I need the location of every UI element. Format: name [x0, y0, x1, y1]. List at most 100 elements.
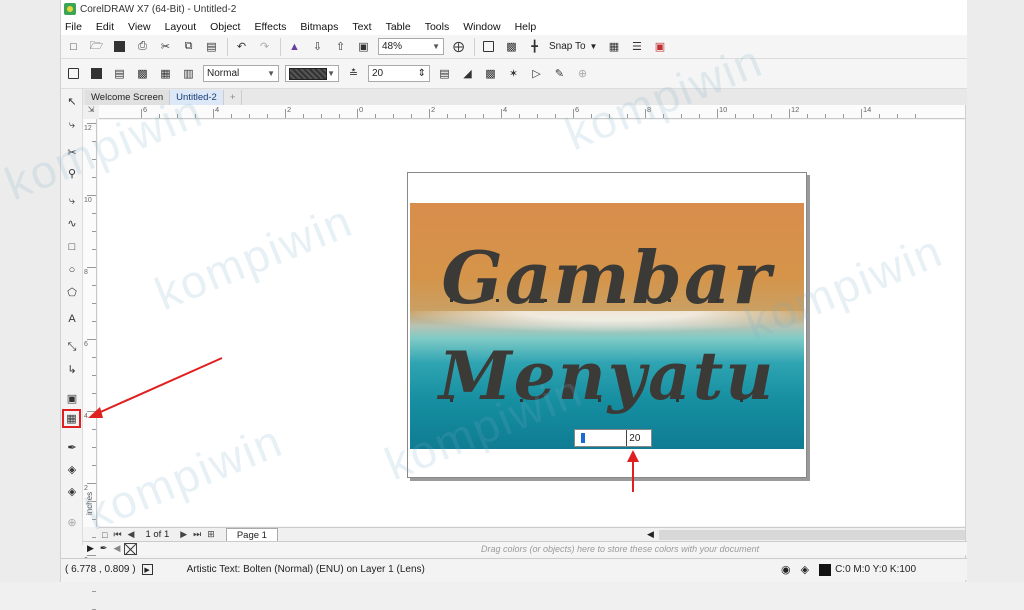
bitmap-icon[interactable] [65, 65, 82, 82]
export-icon[interactable]: ⇧ [332, 38, 349, 55]
scroll-left-icon[interactable]: ◀ [113, 543, 120, 554]
add-page-icon[interactable]: ⊞ [207, 529, 215, 540]
slider-handle[interactable] [581, 433, 585, 443]
freeze-icon[interactable]: ◢ [459, 65, 476, 82]
node-handle[interactable] [450, 399, 453, 402]
connector-tool-icon[interactable]: ↳ [64, 361, 80, 377]
menu-file[interactable]: File [65, 21, 82, 33]
no-color-swatch[interactable] [124, 542, 138, 555]
node-handle[interactable] [496, 299, 499, 302]
add-tool-icon[interactable]: ⊕ [64, 514, 80, 530]
horizontal-scrollbar[interactable] [659, 530, 965, 540]
document-page[interactable]: Gambar Menyatu 20 [407, 172, 807, 478]
blend-mode-select[interactable]: Normal ▼ [203, 65, 279, 82]
prev-page-icon[interactable]: ◀ [128, 529, 135, 540]
publish-pdf-icon[interactable]: ▣ [355, 38, 372, 55]
paste-icon[interactable]: ▤ [203, 38, 220, 55]
interactive-fill-icon[interactable]: ◈ [64, 461, 80, 477]
scroll-left-icon[interactable]: ◀ [647, 529, 654, 540]
search-content-icon[interactable]: ▲ [286, 38, 303, 55]
artistic-media-icon[interactable]: ∿ [64, 215, 80, 231]
lens-color-add-icon[interactable]: ▩ [134, 65, 151, 82]
node-handle[interactable] [622, 299, 625, 302]
full-screen-icon[interactable]: ⨁ [450, 38, 467, 55]
lens-transparency-icon[interactable]: ▥ [180, 65, 197, 82]
ruler-origin[interactable]: ⇲ [83, 105, 99, 119]
edit-lens-icon[interactable]: ✎ [551, 65, 568, 82]
new-tab-icon[interactable]: + [224, 90, 243, 105]
menu-help[interactable]: Help [515, 21, 537, 33]
eyedropper-icon[interactable]: ✒ [100, 543, 108, 554]
lens-rate-slider[interactable] [575, 430, 626, 446]
tab-welcome-screen[interactable]: Welcome Screen [85, 90, 171, 105]
print-icon[interactable]: ⎙ [134, 38, 151, 55]
node-handle[interactable] [740, 399, 743, 402]
rectangle-tool-icon[interactable]: □ [64, 239, 80, 255]
cut-icon[interactable]: ✂ [157, 38, 174, 55]
remove-face-icon[interactable]: ▩ [482, 65, 499, 82]
transparency-tool-icon[interactable]: ▦ [62, 409, 81, 428]
freehand-tool-icon[interactable]: ⤷ [64, 193, 80, 209]
menu-window[interactable]: Window [463, 21, 500, 33]
palette-menu-icon[interactable]: ▶ [87, 543, 94, 554]
viewpoint-icon[interactable]: ✶ [505, 65, 522, 82]
node-handle[interactable] [520, 399, 523, 402]
menu-edit[interactable]: Edit [96, 21, 114, 33]
snap-to-dropdown[interactable]: Snap To ▼ [549, 41, 597, 52]
node-handle[interactable] [716, 299, 719, 302]
object-icon[interactable]: ◉ [781, 563, 791, 576]
color-swatch-select[interactable]: ▼ [285, 65, 339, 82]
new-icon[interactable]: □ [65, 38, 82, 55]
beach-photo[interactable]: Gambar Menyatu [410, 203, 804, 449]
welcome-screen-icon[interactable]: ▣ [651, 38, 668, 55]
drop-shadow-icon[interactable]: ▣ [64, 390, 80, 406]
show-grid-icon[interactable]: ▩ [503, 38, 520, 55]
fill-color-swatch[interactable] [819, 563, 832, 576]
parallel-dimension-icon[interactable]: ⤡ [64, 339, 80, 355]
vertical-ruler[interactable]: 121086420 [83, 119, 97, 610]
add-icon[interactable]: ⊕ [574, 65, 591, 82]
zoom-tool-icon[interactable]: ⚲ [64, 165, 80, 181]
text-tool-icon[interactable]: A [64, 311, 80, 327]
lens-tinted-icon[interactable]: ▦ [157, 65, 174, 82]
options-icon[interactable]: ▦ [605, 38, 622, 55]
tab-untitled-2[interactable]: Untitled-2 [170, 90, 224, 105]
polygon-tool-icon[interactable]: ⬠ [64, 284, 80, 300]
menu-tools[interactable]: Tools [425, 21, 450, 33]
copy-transparency-icon[interactable]: ▤ [436, 65, 453, 82]
redo-icon[interactable]: ↷ [256, 38, 273, 55]
import-icon[interactable]: ⇩ [309, 38, 326, 55]
color-eyedropper-icon[interactable]: ✒ [64, 439, 80, 455]
artistic-text-line1[interactable]: Gambar [410, 235, 804, 320]
crop-tool-icon[interactable]: ✂ [64, 144, 80, 160]
fill-icon[interactable]: ◈ [801, 563, 809, 576]
play-icon[interactable]: ▶ [141, 564, 153, 575]
ellipse-tool-icon[interactable]: ○ [64, 262, 80, 278]
node-handle[interactable] [676, 399, 679, 402]
node-handle[interactable] [544, 299, 547, 302]
next-page-icon[interactable]: ▶ [180, 529, 187, 540]
menu-text[interactable]: Text [352, 21, 371, 33]
menu-layout[interactable]: Layout [165, 21, 197, 33]
copy-icon[interactable]: ⧉ [180, 38, 197, 55]
save-icon[interactable] [111, 38, 128, 55]
page-options-icon[interactable]: □ [102, 530, 107, 540]
node-handle[interactable] [598, 399, 601, 402]
undo-icon[interactable]: ↶ [233, 38, 250, 55]
artistic-text-line2[interactable]: Menyatu [410, 337, 804, 415]
drawing-canvas[interactable]: Gambar Menyatu 20 [98, 120, 965, 526]
show-guidelines-icon[interactable]: ╋ [526, 38, 543, 55]
lens-none-icon[interactable] [88, 65, 105, 82]
shape-tool-icon[interactable]: ⤷ [64, 117, 80, 133]
last-page-icon[interactable]: ⏭ [193, 529, 201, 540]
horizontal-ruler[interactable]: 6 4 2 0 2 4 6 8 10 12 14 [99, 105, 965, 119]
menu-view[interactable]: View [128, 21, 151, 33]
lens-rate-control[interactable]: 20 [574, 429, 652, 447]
zoom-level-select[interactable]: 48% ▼ [378, 38, 444, 55]
menu-object[interactable]: Object [210, 21, 240, 33]
pick-tool-icon[interactable]: ↖ [64, 93, 80, 109]
first-page-icon[interactable]: ⏮ [113, 529, 121, 540]
menu-bitmaps[interactable]: Bitmaps [300, 21, 338, 33]
menu-table[interactable]: Table [386, 21, 411, 33]
copy-lens-icon[interactable]: ▷ [528, 65, 545, 82]
